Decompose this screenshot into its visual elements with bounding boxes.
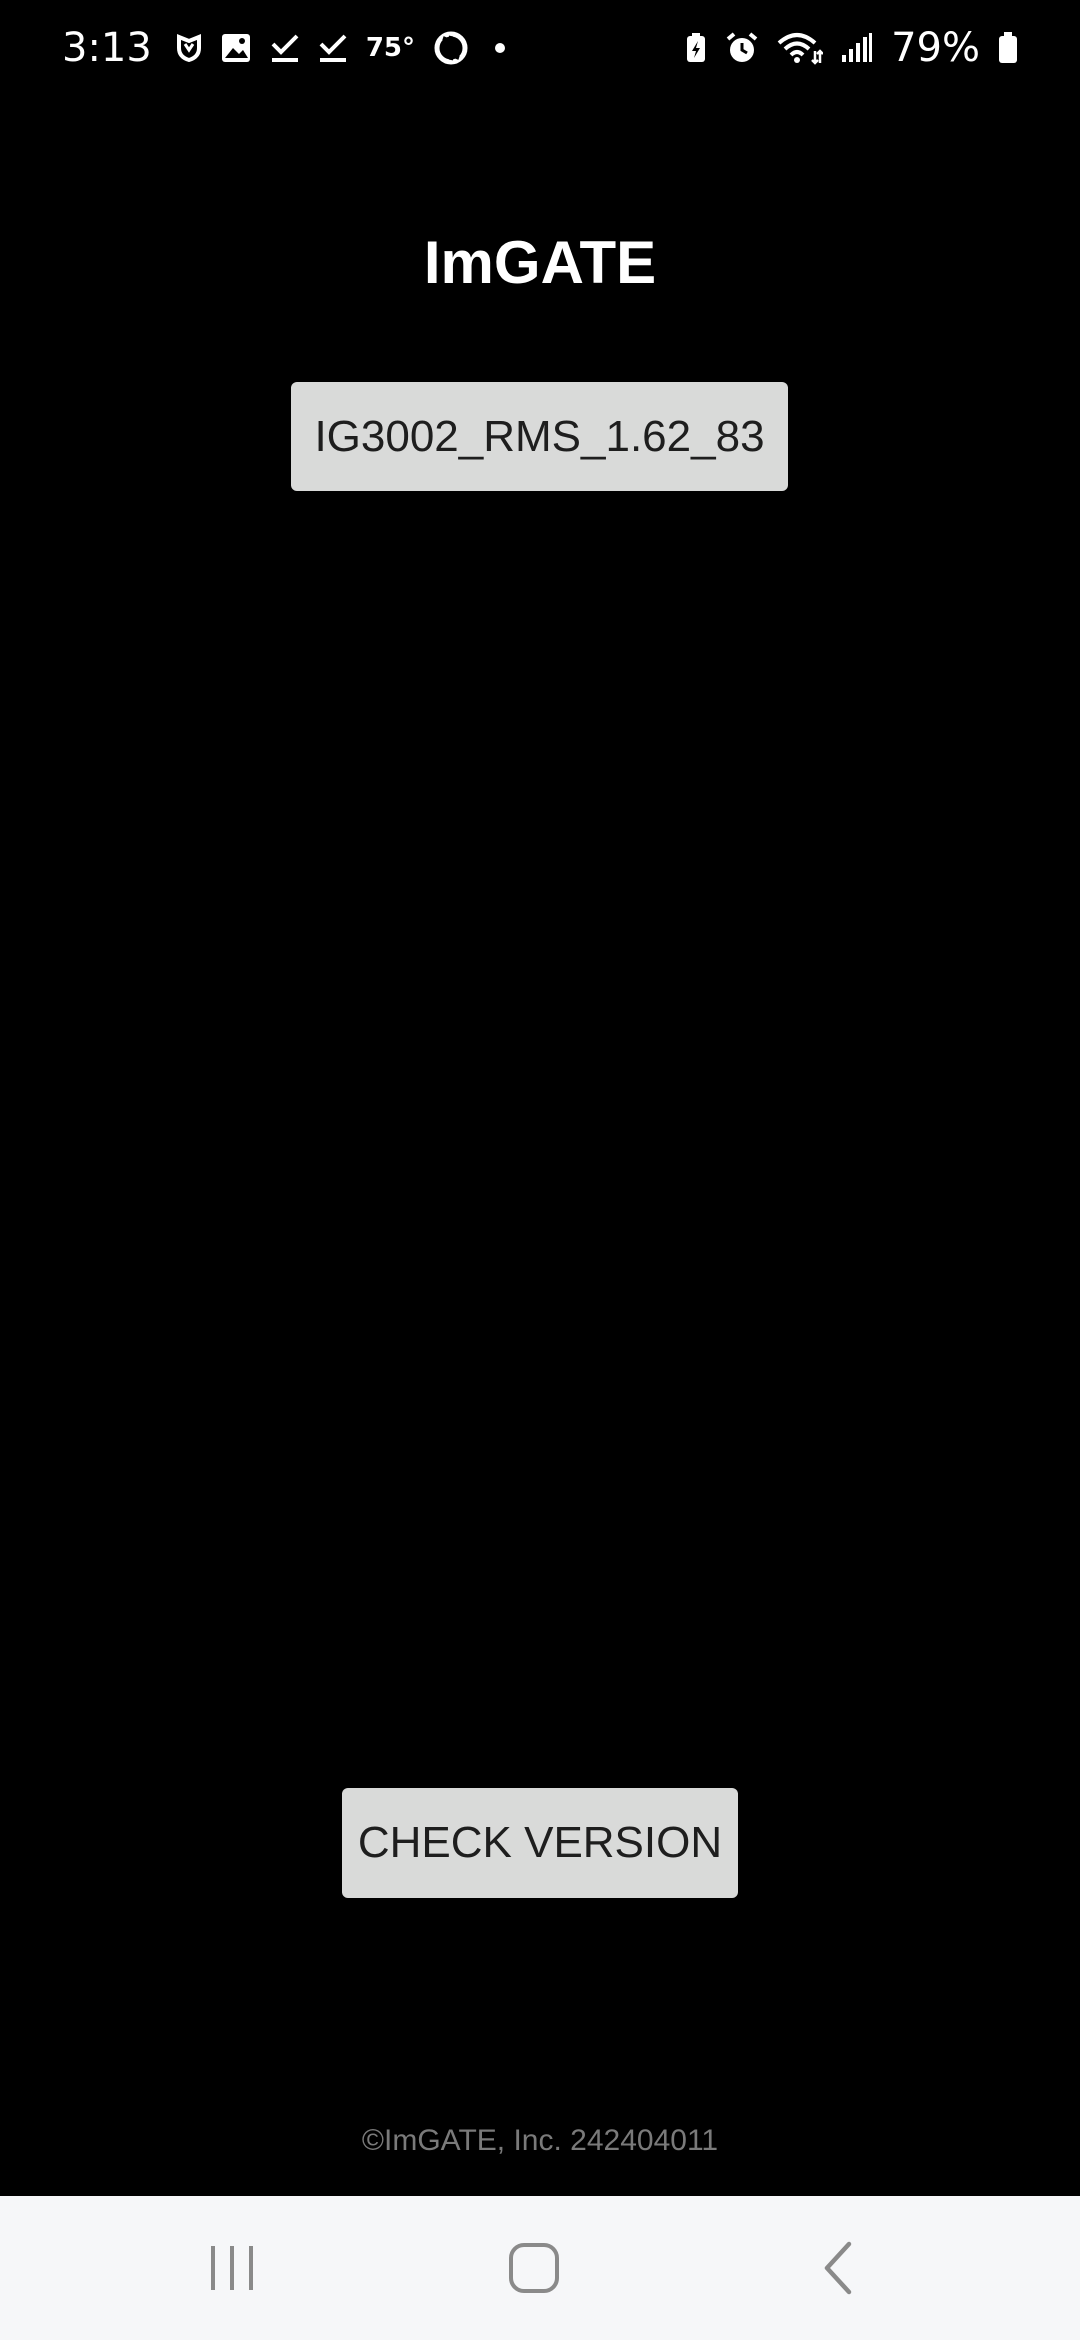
status-time: 3:13: [62, 25, 152, 71]
notification-dot-icon: [495, 43, 506, 53]
status-bar: 3:13 75° 79%: [0, 0, 1080, 96]
weather-temperature: 75°: [365, 33, 416, 63]
check-version-button[interactable]: CHECK VERSION: [342, 1788, 738, 1898]
sync-icon: [433, 30, 469, 66]
status-left: 3:13 75°: [62, 25, 506, 71]
app-title: ImGATE: [423, 229, 657, 296]
recent-apps-icon: [207, 2244, 257, 2292]
version-display: IG3002_RMS_1.62_83: [291, 382, 788, 491]
shield-icon: [176, 34, 202, 62]
copyright-text: ©ImGATE, Inc. 242404011: [361, 2124, 719, 2157]
gallery-icon: [220, 32, 252, 64]
battery-percent: 79%: [891, 25, 980, 71]
wifi-icon: [777, 31, 824, 65]
status-right: 79%: [685, 25, 1018, 71]
back-icon: [821, 2240, 855, 2296]
back-button[interactable]: [758, 2196, 918, 2340]
recent-apps-button[interactable]: [152, 2196, 312, 2340]
check-icon: [318, 32, 348, 64]
home-button[interactable]: [454, 2196, 614, 2340]
navigation-bar: [0, 2196, 1080, 2340]
battery-saver-icon: [685, 32, 707, 64]
home-icon: [508, 2242, 560, 2294]
battery-icon: [998, 32, 1018, 64]
signal-icon: [841, 33, 873, 63]
alarm-icon: [725, 31, 759, 65]
check-icon: [270, 32, 300, 64]
